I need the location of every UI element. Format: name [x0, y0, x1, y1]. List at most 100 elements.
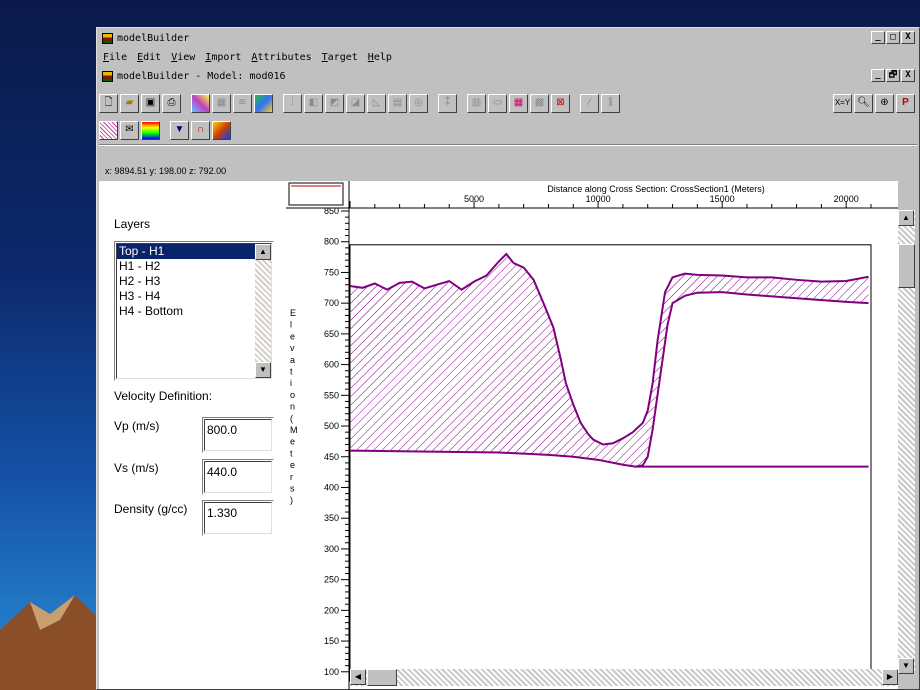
tool-icon[interactable]: ⁑ [438, 93, 457, 113]
tool-icon[interactable]: ◧ [304, 93, 323, 113]
velocity-heading: Velocity Definition: [114, 389, 213, 403]
hatch-layer-icon[interactable] [99, 120, 118, 140]
scroll-up-icon[interactable]: ▲ [255, 244, 271, 260]
horizontal-scroll-thumb[interactable] [367, 669, 397, 686]
list-item[interactable]: Top - H1 [117, 244, 255, 259]
list-item[interactable]: H4 - Bottom [117, 304, 255, 319]
child-close-button[interactable]: X [901, 69, 915, 82]
x-tick-label: 5000 [464, 194, 484, 204]
child-restore-button[interactable]: 🗗 [886, 69, 900, 82]
xy-equal-button[interactable]: X=Y [833, 93, 852, 113]
maximize-button[interactable]: □ [886, 31, 900, 44]
vertical-scroll-thumb[interactable] [898, 244, 915, 288]
menu-help[interactable]: Help [368, 52, 392, 63]
density-value[interactable]: 1.330 [204, 502, 272, 534]
menu-file[interactable]: File [103, 52, 127, 63]
vs-field[interactable]: 440.0 [202, 459, 274, 495]
list-item[interactable]: H3 - H4 [117, 289, 255, 304]
y-axis-title-letter: M [290, 425, 298, 435]
scroll-right-icon[interactable]: ▶ [882, 669, 898, 685]
y-tick-label: 550 [324, 390, 339, 400]
y-tick-label: 450 [324, 452, 339, 462]
window-title: modelBuilder [117, 32, 190, 44]
tool-icon[interactable]: ⫼ [601, 93, 620, 113]
y-axis-title-letter: E [290, 308, 296, 318]
secondary-toolbar: ✉ ▼ ∩ [99, 118, 917, 142]
spectrum-icon[interactable] [141, 120, 160, 140]
y-tick-label: 300 [324, 544, 339, 554]
y-tick-label: 400 [324, 482, 339, 492]
y-axis-title-letter: i [290, 378, 292, 388]
table-grid-icon[interactable]: ▦ [509, 93, 528, 113]
list-item[interactable]: H2 - H3 [117, 274, 255, 289]
seismic-icon[interactable] [212, 120, 231, 140]
density-field[interactable]: 1.330 [202, 500, 274, 536]
vp-field[interactable]: 800.0 [202, 417, 274, 453]
cross-section-chart[interactable]: Distance along Cross Section: CrossSecti… [286, 181, 898, 689]
app-icon [102, 32, 113, 44]
y-tick-label: 600 [324, 360, 339, 370]
y-tick-label: 500 [324, 421, 339, 431]
tool-icon[interactable]: ◩ [325, 93, 344, 113]
vp-value[interactable]: 800.0 [204, 419, 272, 451]
window-titlebar[interactable]: modelBuilder _ □ X [99, 30, 917, 46]
properties-button[interactable]: P [896, 93, 915, 113]
x-tick-label: 15000 [710, 194, 735, 204]
cross-section-icon[interactable]: ⊠ [551, 93, 570, 113]
print-icon[interactable]: ⎙ [162, 93, 181, 113]
y-axis-title-letter: s [290, 484, 295, 494]
child-app-icon [102, 70, 113, 82]
y-axis-title-letter: a [290, 355, 295, 365]
layers-listbox[interactable]: Top - H1 H1 - H2 H2 - H3 H3 - H4 H4 - Bo… [114, 241, 274, 381]
list-item[interactable]: H1 - H2 [117, 259, 255, 274]
world-map-icon[interactable] [254, 93, 273, 113]
child-titlebar[interactable]: modelBuilder - Model: mod016 _ 🗗 X [99, 68, 917, 84]
menu-import[interactable]: Import [205, 52, 241, 63]
menu-target[interactable]: Target [322, 52, 358, 63]
horizontal-scrollbar[interactable]: ◀ ▶ [350, 669, 898, 686]
open-folder-icon[interactable]: ▰ [120, 93, 139, 113]
menu-edit[interactable]: Edit [137, 52, 161, 63]
new-file-icon[interactable]: 🗋 [99, 93, 118, 113]
scroll-down-icon[interactable]: ▼ [898, 658, 914, 674]
tool-icon[interactable]: ▩ [530, 93, 549, 113]
vp-label: Vp (m/s) [114, 419, 160, 433]
layers-icon[interactable]: ≋ [233, 93, 252, 113]
zoom-out-icon[interactable]: 🔍︎ [854, 93, 873, 113]
child-minimize-button[interactable]: _ [871, 69, 885, 82]
listbox-scrollbar[interactable]: ▲ ▼ [255, 244, 271, 378]
tool-icon[interactable]: ▭ [488, 93, 507, 113]
envelope-icon[interactable]: ✉ [120, 120, 139, 140]
close-button[interactable]: X [901, 31, 915, 44]
minimize-button[interactable]: _ [871, 31, 885, 44]
scroll-up-icon[interactable]: ▲ [898, 210, 914, 226]
divider [99, 144, 917, 146]
magnet-icon[interactable]: ∩ [191, 120, 210, 140]
tool-icon[interactable]: ▥ [467, 93, 486, 113]
y-tick-label: 850 [324, 206, 339, 216]
vertical-scrollbar[interactable]: ▲ ▼ [898, 210, 915, 674]
menu-attributes[interactable]: Attributes [251, 52, 311, 63]
down-arrow-icon[interactable]: ▼ [170, 120, 189, 140]
cross-section-plot-pane[interactable]: Distance along Cross Section: CrossSecti… [286, 181, 898, 689]
y-axis-title-letter: ) [290, 495, 293, 505]
save-icon[interactable]: ▣ [141, 93, 160, 113]
y-axis-title-letter: t [290, 367, 293, 377]
tool-icon[interactable]: ◺ [367, 93, 386, 113]
zoom-in-icon[interactable]: ⊕ [875, 93, 894, 113]
scroll-left-icon[interactable]: ◀ [350, 669, 366, 685]
y-tick-label: 100 [324, 667, 339, 677]
scroll-down-icon[interactable]: ▼ [255, 362, 271, 378]
density-label: Density (g/cc) [114, 502, 188, 516]
tool-icon[interactable]: ◎ [409, 93, 428, 113]
y-axis-title-letter: r [290, 472, 293, 482]
color-grid-icon[interactable] [191, 93, 210, 113]
tool-icon[interactable]: ▤ [388, 93, 407, 113]
tool-icon[interactable]: ◪ [346, 93, 365, 113]
tool-icon[interactable]: ⁞ [283, 93, 302, 113]
tool-icon[interactable]: ∕ [580, 93, 599, 113]
vs-value[interactable]: 440.0 [204, 461, 272, 493]
y-axis-title-letter: l [290, 320, 292, 330]
grid-icon[interactable]: ▦ [212, 93, 231, 113]
menu-view[interactable]: View [171, 52, 195, 63]
